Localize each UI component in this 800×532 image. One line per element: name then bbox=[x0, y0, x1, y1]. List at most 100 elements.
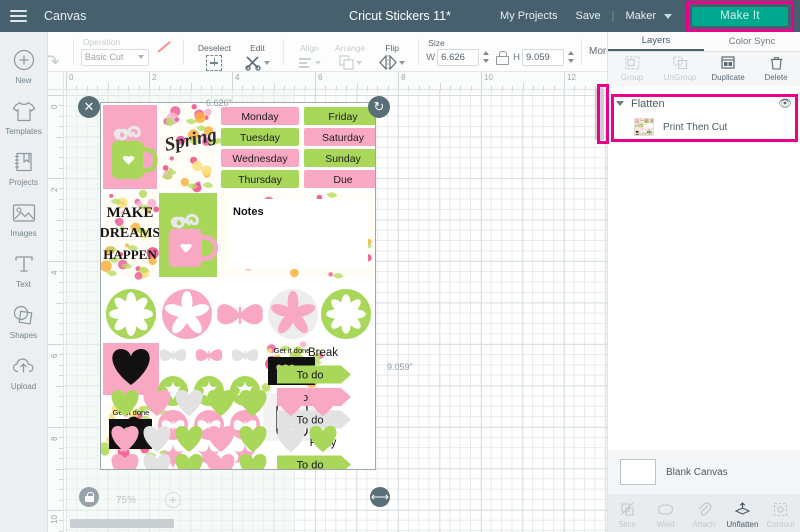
flip-icon bbox=[379, 55, 397, 70]
slice-button[interactable]: Slice bbox=[608, 501, 646, 529]
ruler-tick bbox=[232, 72, 233, 90]
lock-ratio-icon[interactable] bbox=[496, 51, 510, 65]
height-stepper[interactable] bbox=[566, 49, 575, 65]
select-group: Deselect Edit bbox=[184, 32, 285, 72]
ruler-tick-label: 4 bbox=[235, 73, 240, 82]
ruler-tick-label: 8 bbox=[50, 436, 59, 441]
edit-button[interactable]: Edit bbox=[238, 32, 277, 72]
duplicate-button[interactable]: Duplicate bbox=[704, 55, 752, 82]
ungroup-button[interactable]: UnGroup bbox=[656, 55, 704, 82]
ruler-tick bbox=[190, 83, 192, 90]
ruler-tick bbox=[59, 499, 63, 501]
ruler-tick bbox=[59, 126, 63, 128]
height-input[interactable] bbox=[522, 48, 565, 66]
chevron-down-icon[interactable] bbox=[664, 13, 672, 19]
ruler-tick bbox=[107, 83, 109, 90]
rail-item-shapes[interactable]: Shapes bbox=[0, 295, 47, 346]
ruler-tick bbox=[56, 136, 63, 138]
panel-tabs: Layers Color Sync bbox=[608, 32, 800, 52]
ruler-tick-label: 6 bbox=[50, 353, 59, 358]
ruler-tick bbox=[59, 447, 63, 449]
rail-item-upload[interactable]: Upload bbox=[0, 346, 47, 397]
width-input[interactable] bbox=[437, 48, 480, 66]
rail-item-templates[interactable]: Templates bbox=[0, 91, 47, 142]
layer-tools: Group UnGroup Duplicate Delete bbox=[608, 52, 800, 84]
ruler-tick bbox=[429, 86, 431, 90]
ruler-tick bbox=[59, 105, 63, 107]
ruler-tick bbox=[325, 86, 327, 90]
canvas-area[interactable]: Spring Monday Friday Tuesday Saturday Wednesd… bbox=[48, 72, 607, 532]
ruler-tick bbox=[48, 427, 63, 428]
cloud-upload-icon bbox=[11, 353, 37, 379]
chevron-down-icon[interactable] bbox=[355, 60, 362, 65]
hamburger-menu-icon[interactable] bbox=[0, 0, 36, 32]
resize-handle[interactable]: ⟷ bbox=[370, 487, 390, 507]
chevron-down-icon[interactable] bbox=[399, 60, 406, 65]
ruler-tick bbox=[398, 72, 399, 90]
my-projects-link[interactable]: My Projects bbox=[491, 10, 566, 22]
zoom-in-button[interactable]: + bbox=[165, 492, 181, 508]
unflatten-button[interactable]: Unflatten bbox=[723, 501, 761, 529]
lock-handle[interactable] bbox=[79, 487, 99, 507]
ruler-tick bbox=[86, 86, 88, 90]
ruler-tick bbox=[159, 86, 161, 90]
save-button[interactable]: Save bbox=[567, 10, 610, 22]
chevron-down-icon[interactable] bbox=[314, 60, 321, 65]
ruler-tick bbox=[56, 219, 63, 221]
attach-button[interactable]: Attach bbox=[685, 501, 723, 529]
ruler-tick bbox=[59, 198, 63, 200]
rail-item-projects[interactable]: Projects bbox=[0, 142, 47, 193]
ruler-tick bbox=[59, 115, 63, 117]
ruler-corner bbox=[48, 72, 64, 90]
unflatten-label: Unflatten bbox=[726, 520, 759, 529]
ruler-tick bbox=[59, 312, 63, 314]
group-button[interactable]: Group bbox=[608, 55, 656, 82]
chevron-down-icon bbox=[137, 55, 144, 59]
machine-selector[interactable]: Maker bbox=[616, 10, 660, 22]
deselect-button[interactable]: Deselect bbox=[191, 32, 238, 72]
canvas-label[interactable]: Canvas bbox=[44, 9, 86, 23]
align-button[interactable]: Align bbox=[291, 32, 328, 72]
ruler-tick bbox=[59, 458, 63, 460]
horizontal-scrollbar[interactable] bbox=[70, 519, 174, 528]
delete-handle[interactable]: ✕ bbox=[78, 96, 100, 118]
operation-select[interactable]: Basic Cut bbox=[80, 48, 149, 66]
ruler-tick bbox=[59, 375, 63, 377]
delete-label: Delete bbox=[764, 73, 788, 82]
group-icon bbox=[624, 55, 640, 71]
ruler-tick bbox=[491, 86, 493, 90]
zoom-level-label: 75% bbox=[116, 495, 137, 506]
ruler-tick bbox=[481, 72, 482, 90]
ruler-tick bbox=[180, 86, 182, 90]
tab-color-sync[interactable]: Color Sync bbox=[704, 32, 800, 51]
weld-button[interactable]: Weld bbox=[646, 501, 684, 529]
ruler-tick bbox=[56, 385, 63, 387]
line-type-swatch[interactable] bbox=[155, 48, 177, 66]
contour-button[interactable]: Contour bbox=[762, 501, 800, 529]
make-it-button[interactable]: Make It bbox=[692, 6, 788, 26]
ruler-tick bbox=[66, 72, 67, 90]
rail-item-images[interactable]: Images bbox=[0, 193, 47, 244]
chevron-down-icon[interactable] bbox=[263, 60, 270, 65]
ruler-tick-label: 8 bbox=[401, 73, 406, 82]
rail-item-text[interactable]: Text bbox=[0, 244, 47, 295]
ruler-tick bbox=[315, 72, 316, 90]
ruler-tick bbox=[59, 167, 63, 169]
width-stepper[interactable] bbox=[481, 49, 490, 65]
arrange-button[interactable]: Arrange bbox=[328, 32, 372, 72]
rotate-handle[interactable]: ↻ bbox=[368, 96, 390, 118]
ruler-tick bbox=[356, 83, 358, 90]
ruler-tick bbox=[512, 86, 514, 90]
delete-button[interactable]: Delete bbox=[752, 55, 800, 82]
ruler-tick bbox=[48, 261, 63, 262]
canvas-color-swatch[interactable] bbox=[620, 459, 656, 485]
canvas-color-row[interactable]: Blank Canvas bbox=[608, 450, 800, 494]
photo-icon bbox=[11, 200, 37, 226]
rail-item-new[interactable]: New bbox=[0, 40, 47, 91]
tab-layers[interactable]: Layers bbox=[608, 32, 704, 51]
ruler-tick bbox=[263, 86, 265, 90]
ruler-tick bbox=[59, 271, 63, 273]
flip-button[interactable]: Flip bbox=[372, 32, 412, 72]
edit-scissors-icon bbox=[245, 55, 261, 71]
operation-label: Operation bbox=[82, 37, 121, 47]
